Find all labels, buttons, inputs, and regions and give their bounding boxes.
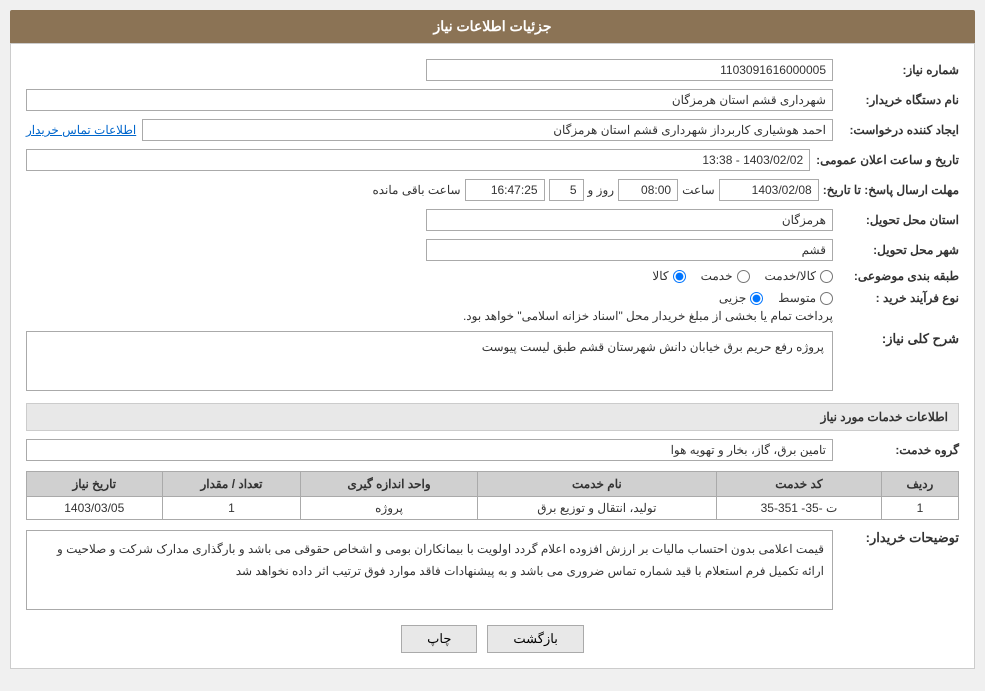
buyer-org-label: نام دستگاه خریدار:: [839, 93, 959, 107]
deadline-date: 1403/02/08: [719, 179, 819, 201]
deadline-remain-label: ساعت باقی مانده: [372, 183, 460, 197]
province-value: هرمزگان: [426, 209, 834, 231]
province-label: استان محل تحویل:: [839, 213, 959, 227]
need-number-value: 1103091616000005: [426, 59, 834, 81]
purchase-type-moderate[interactable]: متوسط: [778, 291, 833, 305]
category-radio-group: کالا/خدمت خدمت کالا: [652, 269, 833, 283]
services-section-title: اطلاعات خدمات مورد نیاز: [26, 403, 959, 431]
services-table: ردیف کد خدمت نام خدمت واحد اندازه گیری ت…: [26, 471, 959, 520]
page-title: جزئیات اطلاعات نیاز: [10, 10, 975, 43]
cell-unit: پروژه: [301, 497, 477, 520]
announce-date-value: 1403/02/02 - 13:38: [26, 149, 810, 171]
city-value: قشم: [426, 239, 834, 261]
category-option-kala-khedmat[interactable]: کالا/خدمت: [765, 269, 833, 283]
category-kala-label: کالا: [652, 269, 668, 283]
purchase-minor-label: جزیی: [719, 291, 746, 305]
cell-quantity: 1: [162, 497, 301, 520]
purchase-type-note: پرداخت تمام یا بخشی از مبلغ خریدار محل "…: [26, 309, 833, 323]
col-service-name: نام خدمت: [477, 472, 716, 497]
need-desc-value: پروژه رفع حریم برق خیابان دانش شهرستان ق…: [26, 331, 833, 391]
col-need-date: تاریخ نیاز: [27, 472, 163, 497]
cell-service-code: ت -35- 351-35: [717, 497, 882, 520]
table-row: 1 ت -35- 351-35 تولید، انتقال و توزیع بر…: [27, 497, 959, 520]
cell-need-date: 1403/03/05: [27, 497, 163, 520]
col-row-num: ردیف: [881, 472, 958, 497]
announce-date-label: تاریخ و ساعت اعلان عمومی:: [816, 153, 959, 167]
requester-value: احمد هوشیاری کاربرداز شهرداری قشم استان …: [142, 119, 833, 141]
col-quantity: تعداد / مقدار: [162, 472, 301, 497]
back-button[interactable]: بازگشت: [487, 625, 583, 653]
service-group-label: گروه خدمت:: [839, 443, 959, 457]
contact-link[interactable]: اطلاعات تماس خریدار: [26, 123, 136, 137]
city-label: شهر محل تحویل:: [839, 243, 959, 257]
deadline-time: 08:00: [618, 179, 678, 201]
purchase-type-radio-group: متوسط جزیی: [26, 291, 833, 305]
deadline-label: مهلت ارسال پاسخ: تا تاریخ:: [823, 183, 959, 197]
deadline-time-label: ساعت: [682, 183, 715, 197]
print-button[interactable]: چاپ: [401, 625, 477, 653]
service-group-value: تامین برق، گاز، بخار و تهویه هوا: [26, 439, 833, 461]
purchase-moderate-label: متوسط: [778, 291, 816, 305]
col-service-code: کد خدمت: [717, 472, 882, 497]
deadline-days-label: روز و: [588, 183, 615, 197]
deadline-remain: 16:47:25: [465, 179, 545, 201]
purchase-type-minor[interactable]: جزیی: [719, 291, 763, 305]
col-unit: واحد اندازه گیری: [301, 472, 477, 497]
category-khedmat-label: خدمت: [701, 269, 733, 283]
purchase-type-label: نوع فرآیند خرید :: [839, 291, 959, 305]
need-number-label: شماره نیاز:: [839, 63, 959, 77]
cell-service-name: تولید، انتقال و توزیع برق: [477, 497, 716, 520]
category-label: طبقه بندی موضوعی:: [839, 269, 959, 283]
category-option-kala[interactable]: کالا: [652, 269, 685, 283]
category-option-khedmat[interactable]: خدمت: [701, 269, 750, 283]
cell-row-num: 1: [881, 497, 958, 520]
buyer-notes-value: قیمت اعلامی بدون احتساب مالیات بر ارزش ا…: [26, 530, 833, 610]
buyer-notes-label: توضیحات خریدار:: [839, 530, 959, 546]
requester-label: ایجاد کننده درخواست:: [839, 123, 959, 137]
button-row: بازگشت چاپ: [26, 625, 959, 653]
deadline-days: 5: [549, 179, 584, 201]
need-desc-label: شرح کلی نیاز:: [839, 331, 959, 347]
category-kala-khedmat-label: کالا/خدمت: [765, 269, 816, 283]
buyer-org-value: شهرداری قشم استان هرمزگان: [26, 89, 833, 111]
services-table-section: ردیف کد خدمت نام خدمت واحد اندازه گیری ت…: [26, 471, 959, 520]
